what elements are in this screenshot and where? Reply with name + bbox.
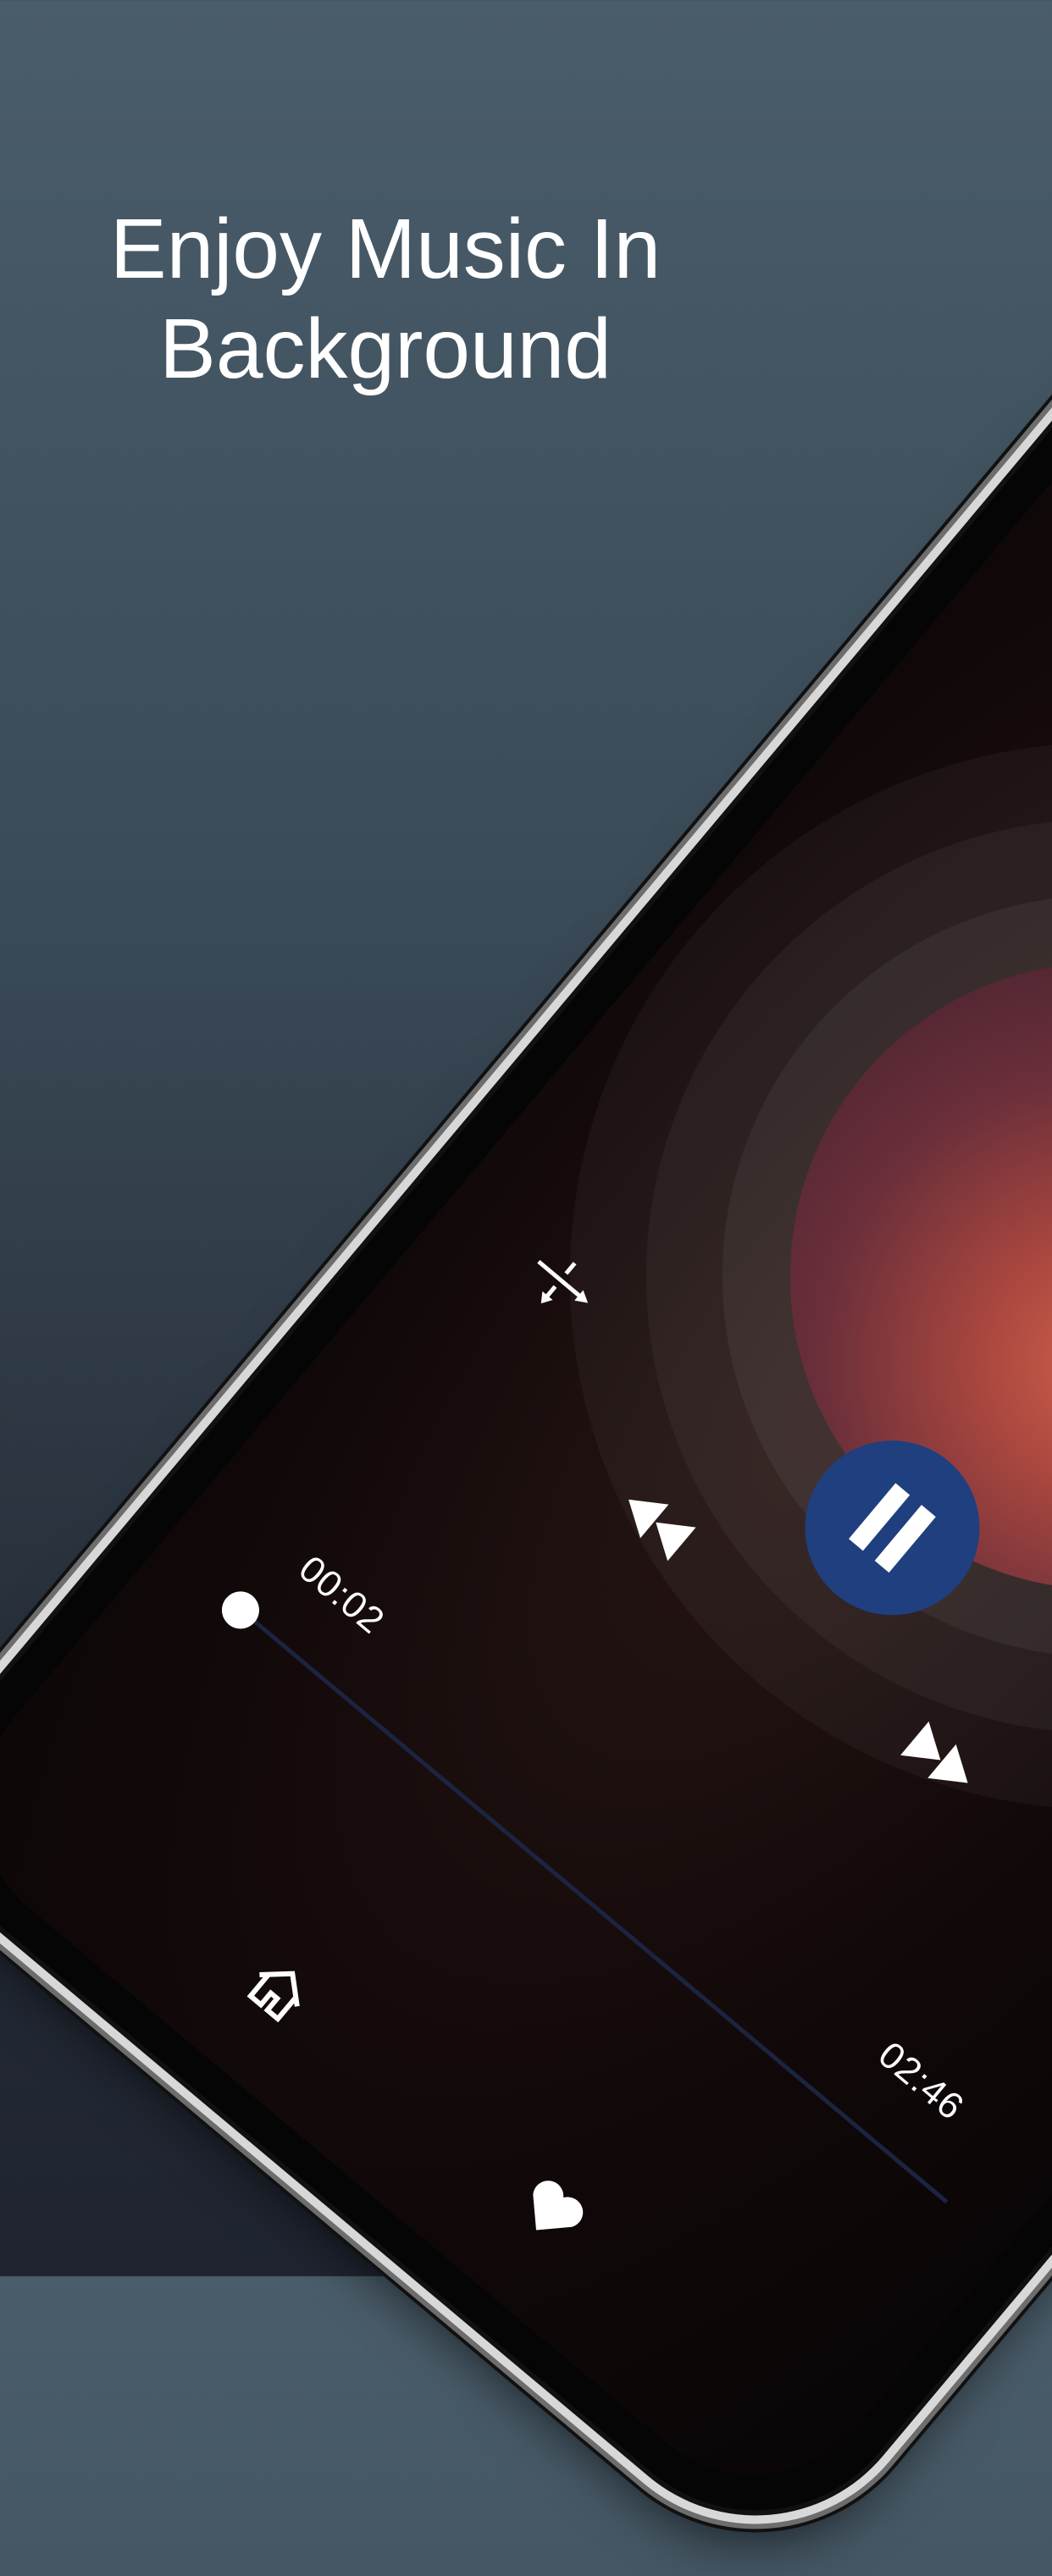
elapsed-time: 00:02: [291, 1547, 393, 1643]
home-icon[interactable]: [235, 1951, 318, 2034]
heart-icon[interactable]: [509, 2170, 594, 2254]
progress-knob[interactable]: [214, 1584, 268, 1637]
duration-time: 02:46: [870, 2033, 972, 2129]
headline-line-2: Background: [159, 301, 612, 396]
headline: Enjoy Music In Background: [0, 199, 771, 399]
headline-line-1: Enjoy Music In: [109, 202, 662, 296]
